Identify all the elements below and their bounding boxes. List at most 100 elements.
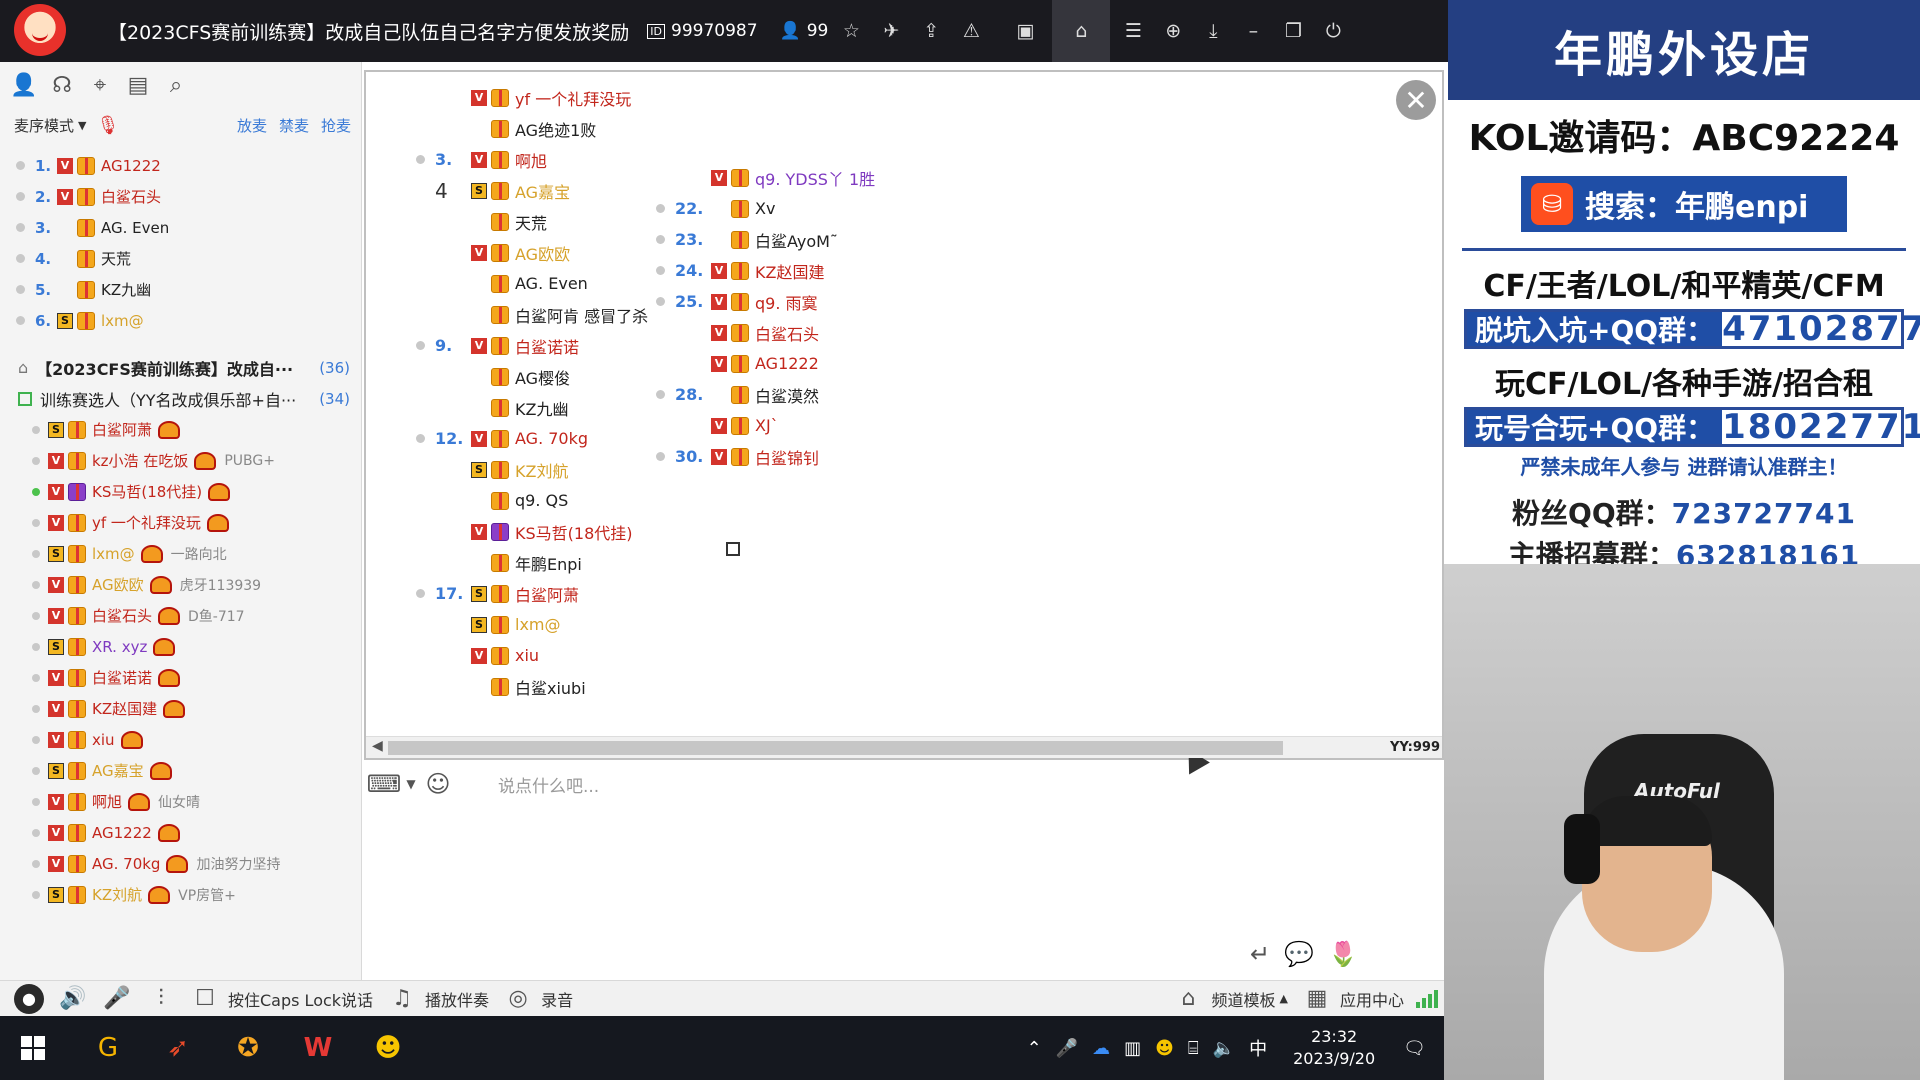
user-row[interactable]: S XR. xyz [0, 631, 362, 662]
gamepad-icon[interactable]: ⊕ [1156, 14, 1190, 48]
location-icon[interactable]: ⌖ [86, 71, 114, 99]
tray-yy-icon[interactable]: ☻ [1155, 1038, 1174, 1059]
mic-icon[interactable]: 🎤 [1056, 1038, 1078, 1059]
minimize-icon[interactable]: – [1236, 14, 1270, 48]
restore-icon[interactable]: ❐ [1276, 14, 1310, 48]
mic-icon[interactable]: 🎙 [96, 115, 119, 136]
mic-mode-dropdown[interactable]: 麦序模式 [14, 115, 74, 136]
popup-row[interactable]: V AG欧欧 [416, 237, 648, 268]
chrome-icon[interactable]: G [80, 1024, 136, 1072]
popup-row[interactable]: S KZ刘航 [416, 454, 648, 485]
horizontal-scrollbar[interactable]: ◀ YY:999 [366, 736, 1442, 758]
yy-icon[interactable]: ☻ [360, 1024, 416, 1072]
plane-icon[interactable]: ✈ [874, 14, 908, 48]
grab-mic-link[interactable]: 抢麦 [321, 115, 351, 136]
user-row[interactable]: S 白鲨阿萧 [0, 414, 362, 445]
bird-app-icon[interactable]: ➶ [150, 1024, 206, 1072]
popup-row[interactable]: 年鹏Enpi [416, 547, 648, 578]
queue-row[interactable]: 6. Slxm@ [0, 305, 361, 336]
template-label[interactable]: 频道模板 [1212, 987, 1276, 1011]
speaker-icon[interactable]: 🔊 [58, 984, 88, 1014]
queue-row[interactable]: 1. V AG1222 [0, 150, 361, 181]
popup-row[interactable]: 4 S AG嘉宝 [416, 175, 648, 206]
popup-row[interactable]: AG绝迹1败 [416, 113, 648, 144]
user-row[interactable]: V 白鲨诺诺 [0, 662, 362, 693]
queue-row[interactable]: 4. 天荒 [0, 243, 361, 274]
speech-bubble-icon[interactable]: 💬 [1284, 940, 1314, 968]
star-icon[interactable]: ☆ [834, 14, 868, 48]
popup-row[interactable]: 28. 白鲨漠然 [656, 379, 875, 410]
popup-row[interactable]: 12. V AG. 70kg [416, 423, 648, 454]
release-mic-link[interactable]: 放麦 [237, 115, 267, 136]
enter-icon[interactable]: ↵ [1250, 940, 1270, 968]
user-row[interactable]: S AG嘉宝 [0, 755, 362, 786]
list-icon[interactable]: ☰ [1116, 14, 1150, 48]
equalizer-icon[interactable]: ⫶ [146, 984, 176, 1014]
popup-row[interactable]: V KS马哲(18代挂) [416, 516, 648, 547]
mic-icon[interactable]: 🎤 [102, 984, 132, 1014]
chevron-up-icon[interactable]: ▲ [1280, 992, 1288, 1005]
user-row[interactable]: V KS马哲(18代挂) [0, 476, 362, 507]
queue-row[interactable]: 3. AG. Even [0, 212, 361, 243]
user-row[interactable]: V 啊旭 仙女晴 [0, 786, 362, 817]
user-row[interactable]: Vxiu [0, 724, 362, 755]
user-row[interactable]: Slxm@ 一路向北 [0, 538, 362, 569]
user-row[interactable]: Vkz小浩 在吃饭 PUBG+ [0, 445, 362, 476]
notes-icon[interactable]: ▤ [124, 71, 152, 99]
popup-row[interactable]: 24. V KZ赵国建 [656, 255, 875, 286]
popup-row[interactable]: 3. V 啊旭 [416, 144, 648, 175]
chevron-down-icon[interactable]: ▼ [404, 767, 418, 801]
gamepad-icon[interactable]: ⌨ [364, 767, 404, 801]
network-icon[interactable]: ⌸ [1188, 1038, 1199, 1059]
chevron-up-icon[interactable]: ⌃ [1027, 1038, 1042, 1059]
popup-row[interactable]: V 白鲨石头 [656, 317, 875, 348]
subchannel-row[interactable]: 训练赛选人（YY名改成俱乐部+自··· (34) [0, 383, 362, 414]
record-icon[interactable]: ◎ [503, 984, 533, 1014]
queue-row[interactable]: 5. KZ九幽 [0, 274, 361, 305]
share-icon[interactable]: ⇪ [914, 14, 948, 48]
user-row[interactable]: Vyf 一个礼拜没玩 [0, 507, 362, 538]
wps-icon[interactable]: W [290, 1024, 346, 1072]
queue-row[interactable]: 2. V 白鲨石头 [0, 181, 361, 212]
ime-indicator[interactable]: 中 [1249, 1035, 1267, 1061]
user-row[interactable]: S KZ刘航 VP房管+ [0, 879, 362, 910]
close-icon[interactable]: ✕ [1404, 84, 1427, 117]
tray-app-icon[interactable]: ▥ [1124, 1038, 1141, 1059]
home-icon[interactable]: ⌂ [1052, 0, 1111, 62]
popup-row[interactable]: 9. V 白鲨诺诺 [416, 330, 648, 361]
volume-icon[interactable]: 🔈 [1213, 1038, 1235, 1059]
close-button[interactable]: ✕ [1396, 80, 1436, 120]
chat-input[interactable]: 说点什么吧... [498, 772, 599, 797]
popup-row[interactable]: Slxm@ [416, 609, 648, 640]
popup-row[interactable]: Vxiu [416, 640, 648, 671]
popup-row[interactable]: 白鲨xiubi [416, 671, 648, 702]
crossfire-icon[interactable]: ✪ [220, 1024, 276, 1072]
user-row[interactable]: V AG1222 [0, 817, 362, 848]
notification-icon[interactable]: 🗨 [1403, 1038, 1426, 1059]
popup-row[interactable]: AG樱俊 [416, 361, 648, 392]
scroll-thumb[interactable] [388, 741, 1283, 755]
search-icon[interactable]: ⌕ [162, 71, 190, 99]
apps-label[interactable]: 应用中心 [1340, 987, 1404, 1011]
user-row[interactable]: V AG欧欧 虎牙113939 [0, 569, 362, 600]
popup-row[interactable]: 17. S 白鲨阿萧 [416, 578, 648, 609]
scroll-left-icon[interactable]: ◀ [372, 738, 383, 754]
windows-icon[interactable] [21, 1036, 45, 1060]
popup-row[interactable]: Vyf 一个礼拜没玩 [416, 82, 648, 113]
avatar[interactable]: ● [14, 983, 44, 1014]
popup-row[interactable]: AG. Even [416, 268, 648, 299]
popup-row[interactable]: 天荒 [416, 206, 648, 237]
channel-row[interactable]: ⌂ 【2023CFS赛前训练赛】改成自··· (36) [0, 352, 362, 383]
caps-lock-label[interactable]: 按住Caps Lock说话 [228, 987, 373, 1011]
caps-checkbox[interactable]: ☐ [190, 984, 220, 1014]
ban-mic-link[interactable]: 禁麦 [279, 115, 309, 136]
headset-icon[interactable]: ☊ [48, 71, 76, 99]
apps-icon[interactable]: ▦ [1302, 984, 1332, 1014]
music-label[interactable]: 播放伴奏 [425, 987, 489, 1011]
power-icon[interactable]: ⏻ [1316, 14, 1350, 48]
popup-row[interactable]: 25. Vq9. 雨寞 [656, 286, 875, 317]
download-icon[interactable]: ⤓ [1196, 14, 1230, 48]
popup-row[interactable]: V AG1222 [656, 348, 875, 379]
popup-row[interactable]: 30. V 白鲨锦钊 [656, 441, 875, 472]
checkbox[interactable] [726, 542, 740, 556]
